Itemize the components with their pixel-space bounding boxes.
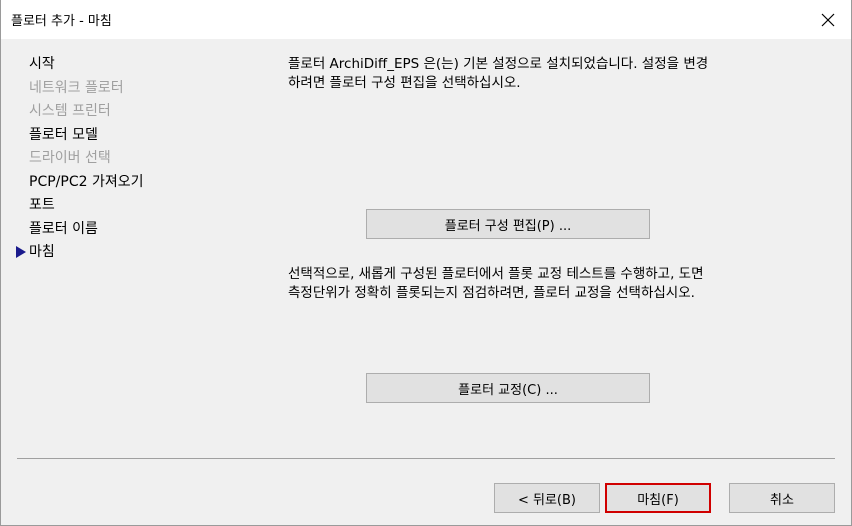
cancel-button[interactable]: 취소 [729, 483, 835, 513]
window-title: 플로터 추가 - 마침 [11, 14, 112, 29]
step-port: 포트 [29, 197, 55, 213]
step-driver-select: 드라이버 선택 [29, 150, 111, 166]
calibrate-plotter-button[interactable]: 플로터 교정(C) ... [366, 373, 650, 403]
footer-separator [17, 458, 835, 459]
install-info-text: 플로터 ArchiDiff_EPS 은(는) 기본 설정으로 설치되었습니다. … [288, 56, 709, 91]
step-finish: 마침 [16, 243, 249, 267]
step-plotter-name: 플로터 이름 [29, 220, 98, 237]
back-button[interactable]: < 뒤로(B) [494, 483, 600, 513]
step-import-pcp-pc2: PCP/PC2 가져오기 [29, 173, 144, 190]
edit-plotter-config-button[interactable]: 플로터 구성 편집(P) ... [366, 209, 650, 239]
add-plotter-dialog: 플로터 추가 - 마침 시작 네트워크 플로터 시스템 프린터 플로터 모델 드… [0, 0, 852, 526]
wizard-steps: 시작 네트워크 플로터 시스템 프린터 플로터 모델 드라이버 선택 PCP/P… [16, 55, 249, 267]
step-network-plotter: 네트워크 플로터 [29, 79, 124, 96]
close-icon [821, 13, 835, 26]
step-system-printer: 시스템 프린터 [29, 103, 111, 119]
step-plotter-model: 플로터 모델 [29, 126, 98, 143]
close-button[interactable] [805, 0, 851, 39]
title-bar: 플로터 추가 - 마침 [1, 0, 851, 39]
calibration-info-text: 선택적으로, 새롭게 구성된 플로터에서 플롯 교정 테스트를 수행하고, 도면… [288, 266, 704, 301]
step-finish-label: 마침 [29, 244, 55, 260]
step-start: 시작 [29, 56, 55, 72]
finish-button[interactable]: 마침(F) [605, 483, 711, 513]
current-step-arrow-icon [16, 246, 26, 258]
